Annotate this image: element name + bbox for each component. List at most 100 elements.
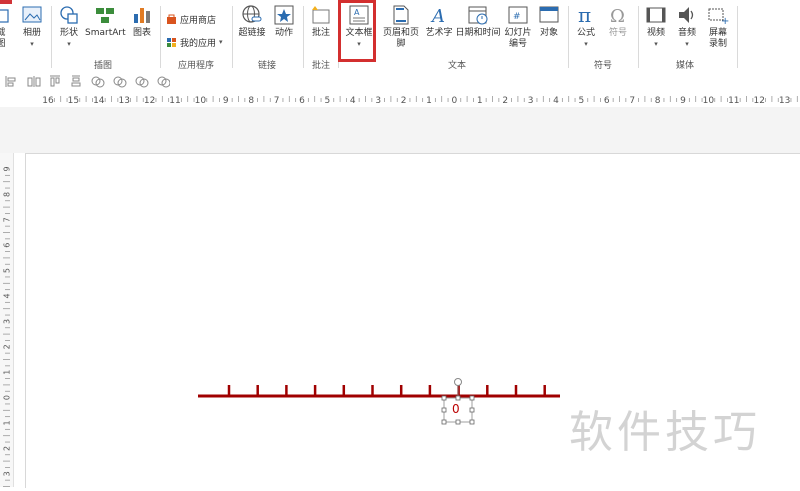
ruler-label: 1 [3,420,12,425]
group-label-media: 媒体 [676,61,695,71]
screenshot-button[interactable]: 截图 [0,4,14,50]
wordart-icon: A [430,6,445,26]
align-left-icon[interactable] [5,76,16,87]
group-icon[interactable] [91,76,105,88]
ruler-label: 11 [728,96,739,106]
ruler-label: 6 [3,243,12,248]
my-apps-icon [167,38,176,47]
action-label: 动作 [274,28,293,38]
video-button[interactable]: 视频 ▾ [642,4,670,50]
distribute-icon[interactable] [71,75,81,87]
comment-button[interactable]: 批注 [307,4,335,39]
chevron-down-icon: ▾ [685,40,689,48]
ungroup-icon[interactable] [113,76,127,88]
header-footer-icon [393,5,409,25]
align-tools [5,75,171,88]
drawing-tools-row [0,72,800,91]
action-button[interactable]: 动作 [271,4,297,39]
smartart-icon [96,8,114,23]
header-footer-button[interactable]: 页眉和页脚 [380,4,422,50]
smartart-button[interactable]: SmartArt [85,4,126,39]
resize-handle[interactable] [441,419,447,425]
regroup-icon[interactable] [135,76,149,88]
wordart-button[interactable]: A 艺术字 [424,4,454,39]
symbol-label: 符号 [608,28,627,38]
watermark-text: 软件技巧 [569,407,761,458]
slide-number-label-2: 编号 [508,39,527,49]
audio-label: 音频 [677,28,696,38]
horizontal-ruler-scale: 16 15 14 13 12 11 10 9 8 7 6 5 4 3 2 1 0 1 2 3 4 5 6 7 8 9 10 11 12 1… [42,96,798,106]
date-time-icon [468,6,488,25]
resize-handle[interactable] [469,419,475,425]
ruler-label: 6 [604,96,610,106]
group-label-text: 文本 [448,61,467,71]
video-icon [646,7,666,23]
chevron-down-icon: ▾ [584,40,588,48]
screen-record-label-1: 屏幕 [708,28,727,38]
symbol-button[interactable]: Ω 符号 [604,4,632,39]
ruler-label: 16 [42,96,54,106]
resize-handle[interactable] [441,407,447,413]
ruler-label: 3 [528,96,534,106]
ruler-label: 11 [169,96,180,106]
ruler-label: 1 [3,370,12,375]
group-separator [568,6,569,68]
resize-handle[interactable] [455,419,461,425]
hyperlink-icon [242,5,262,23]
omega-icon: Ω [610,6,625,26]
vertical-ruler: 9 8 7 6 5 4 3 2 1 0 1 2 3 [0,153,14,487]
group-separator [232,6,233,68]
slide-number-button[interactable]: # 幻灯片 编号 [503,4,533,50]
video-label: 视频 [646,28,665,38]
resize-handle[interactable] [469,407,475,413]
ruler-label: 14 [93,96,105,106]
slide-number-label-1: 幻灯片 [504,28,532,38]
resize-handle[interactable] [455,395,461,401]
ruler-label: 15 [68,96,79,106]
resize-handle[interactable] [469,395,475,401]
album-button[interactable]: 相册 ▾ [16,4,48,50]
group-separator [160,6,161,68]
ruler-label: 3 [3,471,12,476]
app-store-button[interactable]: 应用商店 [166,13,216,26]
group-label-comments: 批注 [312,61,331,71]
svg-text:A: A [430,6,445,26]
ruler-label: 4 [3,293,12,298]
equation-button[interactable]: π 公式 ▾ [572,4,600,50]
object-button[interactable]: 对象 [535,4,563,39]
horizontal-ruler: 16 15 14 13 12 11 10 9 8 7 6 5 4 3 2 1 0 1 2 3 4 5 6 7 8 9 10 11 12 1… [0,91,800,108]
screen-record-button[interactable]: + 屏幕 录制 [703,4,733,50]
svg-text:Ω: Ω [610,6,625,26]
resize-handle[interactable] [441,395,447,401]
chart-button[interactable]: 图表 [128,4,156,39]
group-separator [737,6,738,68]
ruler-label: 0 [452,96,458,106]
pi-icon: π [578,4,591,26]
hyperlink-button[interactable]: 超链接 [236,4,268,39]
audio-button[interactable]: 音频 ▾ [673,4,701,50]
svg-text:π: π [578,4,591,26]
chart-icon [134,8,150,23]
ruler-label: 7 [629,96,635,106]
ruler-label: 12 [753,96,764,106]
ruler-label: 9 [680,96,686,106]
rotate-handle-icon[interactable] [454,378,462,386]
date-time-button[interactable]: 日期和时间 [455,4,501,39]
smartart-label: SmartArt [85,28,126,38]
textbox-highlight-frame [338,0,376,62]
align-center-icon[interactable] [27,76,41,87]
ruler-label: 8 [248,96,254,106]
wordart-label: 艺术字 [425,28,453,38]
ruler-label: 13 [779,96,790,106]
shapes-button[interactable]: 形状 ▾ [55,4,83,50]
slide-canvas[interactable]: 0 软件技巧 [25,153,800,488]
align-top-icon[interactable] [50,75,60,87]
object-label: 对象 [539,28,558,38]
textbox-value[interactable]: 0 [452,402,460,416]
rotate-icon[interactable] [157,76,171,88]
ruler-label: 12 [144,96,155,106]
ruler-label: 13 [118,96,129,106]
audio-icon [679,7,694,23]
header-footer-label: 页眉和页脚 [382,28,419,49]
my-apps-button[interactable]: 我的应用 ▾ [166,36,223,49]
